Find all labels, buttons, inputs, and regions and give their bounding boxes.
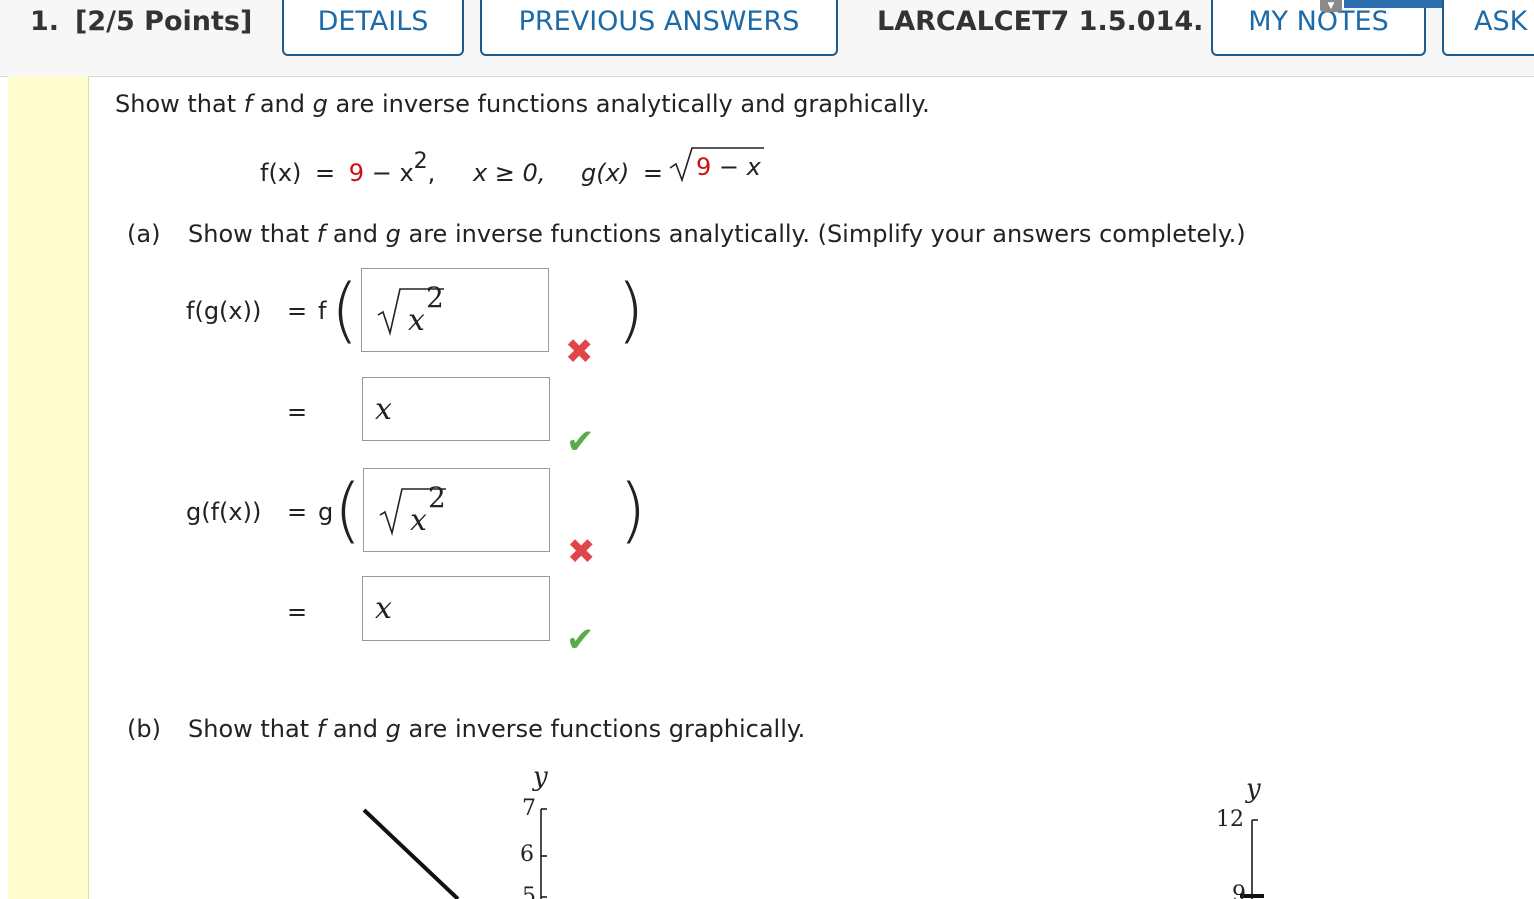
function-curve xyxy=(362,808,460,899)
gfx-inner-input[interactable]: x 2 xyxy=(363,468,550,552)
answer-base: x xyxy=(410,503,427,538)
part-b-label: (b) xyxy=(127,715,161,743)
g-symbol: g xyxy=(385,715,401,743)
equals-sign: = xyxy=(642,159,663,187)
question-number: 1. xyxy=(30,6,60,37)
answer-base: x xyxy=(408,303,425,338)
tick-label: 5 xyxy=(522,884,536,899)
answer-exponent: 2 xyxy=(428,481,446,514)
prompt-text: and xyxy=(325,715,386,743)
function-definitions: f(x) = 9 − x2, x ≥ 0, g(x) = xyxy=(260,149,669,187)
prompt-text: Show that xyxy=(188,220,317,248)
answer-exponent: 2 xyxy=(426,281,444,314)
my-notes-button[interactable]: MY NOTES xyxy=(1211,0,1426,56)
left-paren: ( xyxy=(334,469,362,551)
chevron-down-icon[interactable]: ▼ xyxy=(1320,0,1342,12)
outer-function-f: f xyxy=(318,297,327,325)
equals-sign: = xyxy=(287,498,308,526)
problem-id: LARCALCET7 1.5.014. xyxy=(877,6,1204,37)
notes-indicator-bar xyxy=(1344,0,1444,8)
graph-option-2[interactable]: y 12 9 xyxy=(1200,770,1320,899)
right-paren: ) xyxy=(619,469,647,551)
y-axis-label: y xyxy=(1246,774,1261,804)
f-symbol: f xyxy=(316,220,326,248)
question-sidebar xyxy=(8,76,89,899)
sqrt-radicand: 9 − x xyxy=(696,153,761,181)
prompt-text: are inverse functions analytically. (Sim… xyxy=(400,220,1246,248)
answer-value: x xyxy=(375,591,392,626)
outer-function-g: g xyxy=(318,498,334,526)
intro-text: and xyxy=(252,90,313,118)
fgx-inner-input[interactable]: x 2 xyxy=(361,268,549,352)
expression-text: , xyxy=(427,159,436,187)
check-mark-icon: ✔ xyxy=(566,422,595,462)
equals-sign: = xyxy=(287,598,308,626)
gx-label: g(x) xyxy=(581,159,630,187)
exponent: 2 xyxy=(413,149,428,174)
highlighted-value: 9 xyxy=(348,159,365,187)
check-mark-icon: ✔ xyxy=(566,620,595,660)
intro-text: are inverse functions analytically and g… xyxy=(327,90,930,118)
f-symbol: f xyxy=(316,715,326,743)
f-symbol: f xyxy=(243,90,253,118)
gfx-label: g(f(x)) xyxy=(186,498,262,526)
tick-label: 6 xyxy=(520,842,534,867)
graph-option-1[interactable]: y 7 6 5 xyxy=(340,760,600,899)
intro-text: Show that xyxy=(115,90,244,118)
part-a-label: (a) xyxy=(127,220,161,248)
fx-label: f(x) xyxy=(260,159,302,187)
part-b-prompt: Show that f and g are inverse functions … xyxy=(188,715,805,743)
details-button[interactable]: DETAILS xyxy=(282,0,464,56)
points-label: [2/5 Points] xyxy=(75,6,253,37)
x-mark-icon: ✖ xyxy=(565,332,594,372)
tick-label: 9 xyxy=(1232,882,1246,899)
ask-button[interactable]: ASK xyxy=(1442,0,1534,56)
y-axis-label: y xyxy=(533,762,548,792)
gfx-simplified-input[interactable]: x xyxy=(362,576,550,641)
part-a-prompt: Show that f and g are inverse functions … xyxy=(188,220,1246,248)
tick-label: 7 xyxy=(522,796,536,821)
prompt-text: Show that xyxy=(188,715,317,743)
expression-text: − x xyxy=(718,153,761,181)
equals-sign: = xyxy=(287,297,308,325)
equals-sign: = xyxy=(315,159,336,187)
graph-plot-area xyxy=(362,808,547,899)
prompt-text: and xyxy=(325,220,386,248)
left-paren: ( xyxy=(331,269,359,351)
highlighted-value: 9 xyxy=(696,153,712,181)
g-symbol: g xyxy=(385,220,401,248)
right-paren: ) xyxy=(617,269,645,351)
g-symbol: g xyxy=(312,90,328,118)
equals-sign: = xyxy=(287,398,308,426)
question-intro: Show that f and g are inverse functions … xyxy=(115,90,930,118)
answer-value: x xyxy=(375,392,392,427)
previous-answers-button[interactable]: PREVIOUS ANSWERS xyxy=(480,0,838,56)
x-mark-icon: ✖ xyxy=(567,532,596,572)
domain-condition: x ≥ 0, xyxy=(472,159,546,187)
expression-text: − x xyxy=(371,159,414,187)
fgx-label: f(g(x)) xyxy=(186,297,262,325)
fgx-simplified-input[interactable]: x xyxy=(362,377,550,441)
tick-label: 12 xyxy=(1216,807,1244,832)
prompt-text: are inverse functions graphically. xyxy=(400,715,806,743)
